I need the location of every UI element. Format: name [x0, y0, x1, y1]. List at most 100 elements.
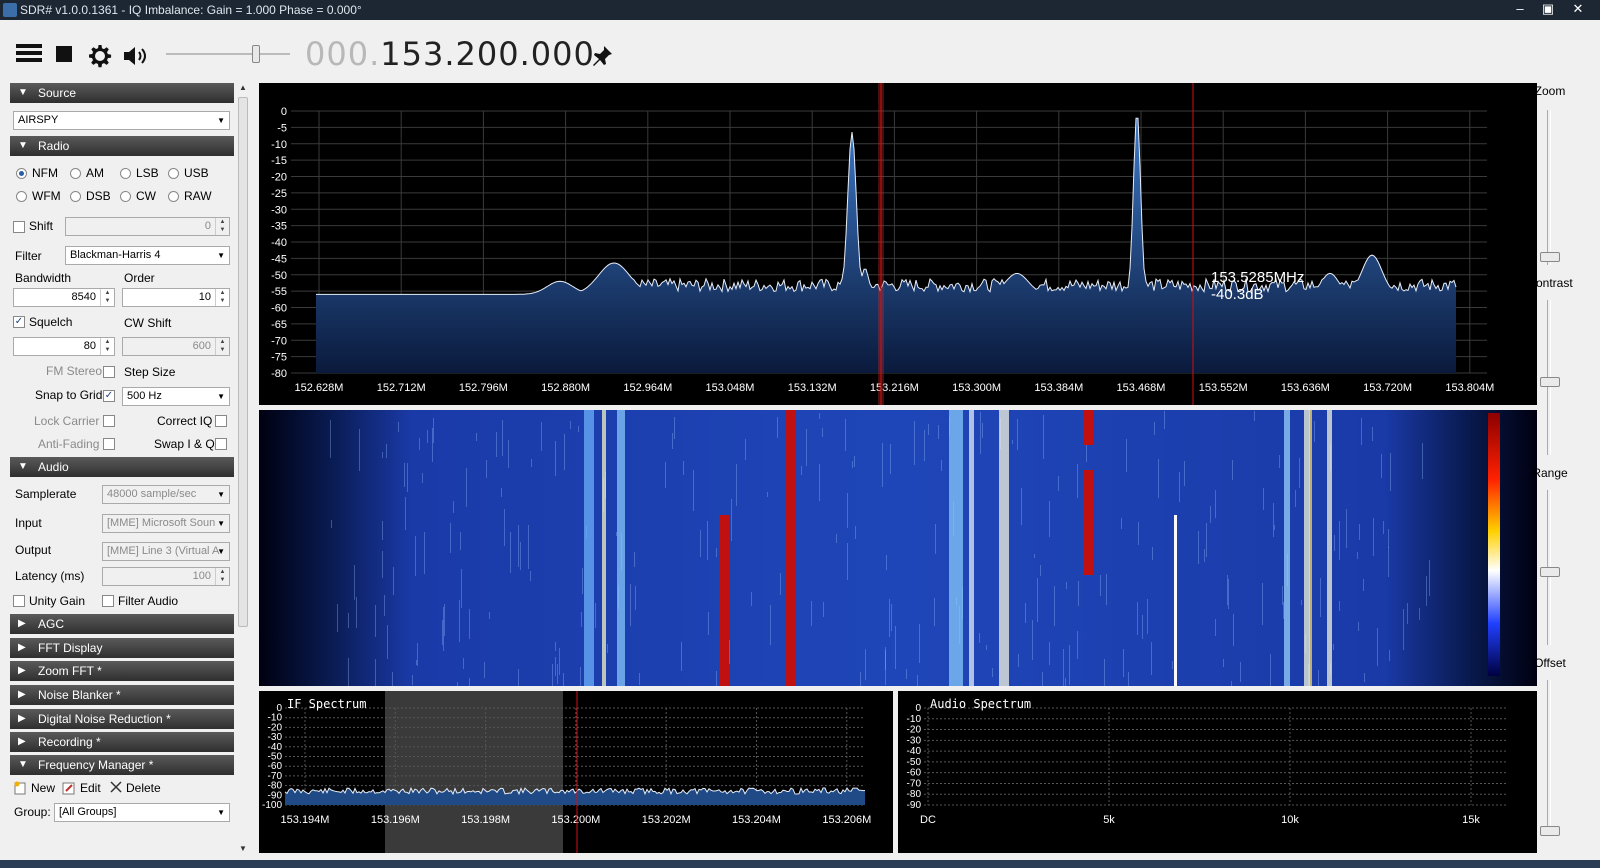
zoom-fft-section-header[interactable]: ▶ Zoom FFT * [10, 661, 234, 681]
range-slider-thumb[interactable] [1540, 567, 1560, 577]
filter-select[interactable]: Blackman-Harris 4 ▼ [65, 246, 230, 265]
source-section-header[interactable]: ▼ Source [10, 83, 234, 103]
offset-slider-thumb[interactable] [1540, 826, 1560, 836]
output-label: Output [15, 543, 52, 557]
frequency-display[interactable]: 000.153.200.000 [305, 35, 595, 73]
stop-icon[interactable] [56, 46, 72, 62]
shift-label: Shift [29, 219, 54, 233]
edit-icon[interactable] [62, 781, 76, 795]
offset-slider-track[interactable] [1547, 680, 1551, 835]
waterfall-noise-streak [356, 597, 357, 628]
audio-input-select[interactable]: [MME] Microsoft Soun ▼ [102, 514, 230, 533]
waterfall-noise-streak [1240, 662, 1241, 682]
fmstereo-checkbox[interactable] [103, 366, 115, 378]
edit-button[interactable]: Edit [80, 781, 101, 795]
radio-section-header[interactable]: ▼ Radio [10, 136, 234, 156]
scroll-up-icon[interactable]: ▲ [239, 83, 247, 92]
recording-section-header[interactable]: ▶ Recording * [10, 732, 234, 752]
stepsize-select[interactable]: 500 Hz ▼ [122, 387, 230, 406]
pin-icon[interactable] [590, 44, 614, 68]
waterfall-noise-streak [906, 669, 907, 679]
spectrum-analyzer[interactable]: 0 -5 -10 -15 -20 -25 -30 -35 -40 -45 -50 -55 -60 -65 -… [259, 83, 1537, 405]
spinner-arrows-icon[interactable]: ▲ ▼ [215, 338, 229, 355]
waterfall-noise-streak [1128, 672, 1129, 704]
correctiq-checkbox[interactable] [215, 415, 227, 427]
scroll-down-icon[interactable]: ▼ [239, 844, 247, 853]
waterfall-noise-streak [823, 602, 824, 617]
audio-spectrum-panel[interactable]: 0 -10 -20 -30 -40 -50 -60 -70 -80 -90 DC 5k 10k 15k A… [898, 691, 1537, 853]
speaker-icon[interactable] [124, 46, 150, 66]
mode-usb-radio[interactable] [168, 168, 179, 179]
if-spectrum-panel[interactable]: 0 -10 -20 -30 -40 -50 -60 -70 -80 -90 -100 153.194M… [259, 691, 893, 853]
spinner-arrows-icon[interactable]: ▲ ▼ [215, 218, 229, 235]
minimize-button[interactable]: – [1506, 0, 1534, 18]
waterfall-display[interactable] [259, 410, 1537, 721]
waterfall-noise-streak [683, 461, 684, 475]
spinner-arrows-icon[interactable]: ▲ ▼ [100, 289, 114, 306]
audio-spectrum-plot[interactable]: 0-10-20-30-40-50-60-70-80-90 DC 5k 10k 15k [898, 691, 1537, 853]
waterfall-noise-streak [348, 613, 349, 628]
lockcarrier-checkbox[interactable] [103, 415, 115, 427]
gear-icon[interactable] [88, 44, 112, 68]
snap-checkbox[interactable]: ✓ [103, 390, 115, 402]
volume-slider[interactable] [166, 45, 290, 63]
waterfall-noise-streak [502, 420, 503, 456]
mode-lsb-radio[interactable] [120, 168, 131, 179]
latency-input[interactable]: 100 ▲ ▼ [102, 567, 230, 586]
fft-display-section-header[interactable]: ▶ FFT Display [10, 638, 234, 658]
waterfall-noise-streak [890, 444, 891, 474]
squelch-checkbox[interactable]: ✓ [13, 316, 25, 328]
mode-raw-radio[interactable] [168, 191, 179, 202]
spinner-arrows-icon[interactable]: ▲ ▼ [100, 338, 114, 355]
delete-button[interactable]: Delete [126, 781, 161, 795]
y-tick-label: -40 [271, 237, 287, 249]
x-tick-label: 153.048M [706, 382, 755, 394]
new-doc-icon[interactable] [13, 781, 27, 795]
shift-input[interactable]: 0 ▲ ▼ [65, 217, 230, 236]
x-tick-label: 153.204M [732, 814, 781, 826]
zoom-slider-track[interactable] [1547, 110, 1551, 265]
volume-slider-thumb[interactable] [252, 45, 260, 63]
waterfall-plot[interactable] [259, 410, 1537, 721]
mode-dsb-radio[interactable] [70, 191, 81, 202]
source-device-select[interactable]: AIRSPY ▼ [13, 111, 230, 130]
menu-icon[interactable] [16, 42, 42, 64]
unity-gain-checkbox[interactable] [13, 595, 25, 607]
left-panel-scrollbar[interactable]: ▲ ▼ [236, 83, 250, 853]
mode-cw-radio[interactable] [120, 191, 131, 202]
spinner-arrows-icon[interactable]: ▲ ▼ [215, 568, 229, 585]
mode-am-radio[interactable] [70, 168, 81, 179]
samplerate-select[interactable]: 48000 sample/sec ▼ [102, 485, 230, 504]
waterfall-noise-streak [486, 460, 487, 478]
spectrum-plot[interactable]: 0 -5 -10 -15 -20 -25 -30 -35 -40 -45 -50 -55 -60 -65 -… [259, 83, 1537, 405]
close-button[interactable]: ✕ [1564, 0, 1592, 18]
mode-nfm-radio[interactable] [16, 168, 27, 179]
cwshift-input[interactable]: 600 ▲ ▼ [122, 337, 230, 356]
shift-checkbox[interactable] [13, 221, 25, 233]
freqmgr-section-header[interactable]: ▼ Frequency Manager * [10, 755, 234, 775]
spinner-arrows-icon[interactable]: ▲ ▼ [215, 289, 229, 306]
dnr-section-header[interactable]: ▶ Digital Noise Reduction * [10, 709, 234, 729]
squelch-input[interactable]: 80 ▲ ▼ [13, 337, 115, 356]
zoom-slider-thumb[interactable] [1540, 252, 1560, 262]
audio-output-select[interactable]: [MME] Line 3 (Virtual A ▼ [102, 542, 230, 561]
audio-section-header[interactable]: ▼ Audio [10, 457, 234, 477]
delete-icon[interactable] [110, 781, 122, 793]
swapiq-checkbox[interactable] [215, 438, 227, 450]
order-input[interactable]: 10 ▲ ▼ [122, 288, 230, 307]
bandwidth-input[interactable]: 8540 ▲ ▼ [13, 288, 115, 307]
scrollbar-thumb[interactable] [238, 97, 248, 627]
waterfall-noise-streak [736, 464, 737, 506]
filter-audio-checkbox[interactable] [102, 595, 114, 607]
maximize-button[interactable]: ▣ [1534, 0, 1562, 18]
if-spectrum-plot[interactable]: 0-10-20-30-40-50-60-70-80-90-100153.194M… [259, 691, 893, 853]
mode-wfm-radio[interactable] [16, 191, 27, 202]
contrast-slider-thumb[interactable] [1540, 377, 1560, 387]
group-select[interactable]: [All Groups] ▼ [54, 803, 230, 822]
new-button[interactable]: New [31, 781, 55, 795]
noise-blanker-section-header[interactable]: ▶ Noise Blanker * [10, 685, 234, 705]
antifading-checkbox[interactable] [103, 438, 115, 450]
agc-section-header[interactable]: ▶ AGC [10, 614, 234, 634]
freqmgr-header-label: Frequency Manager * [38, 758, 154, 772]
waterfall-noise-streak [1121, 518, 1122, 529]
